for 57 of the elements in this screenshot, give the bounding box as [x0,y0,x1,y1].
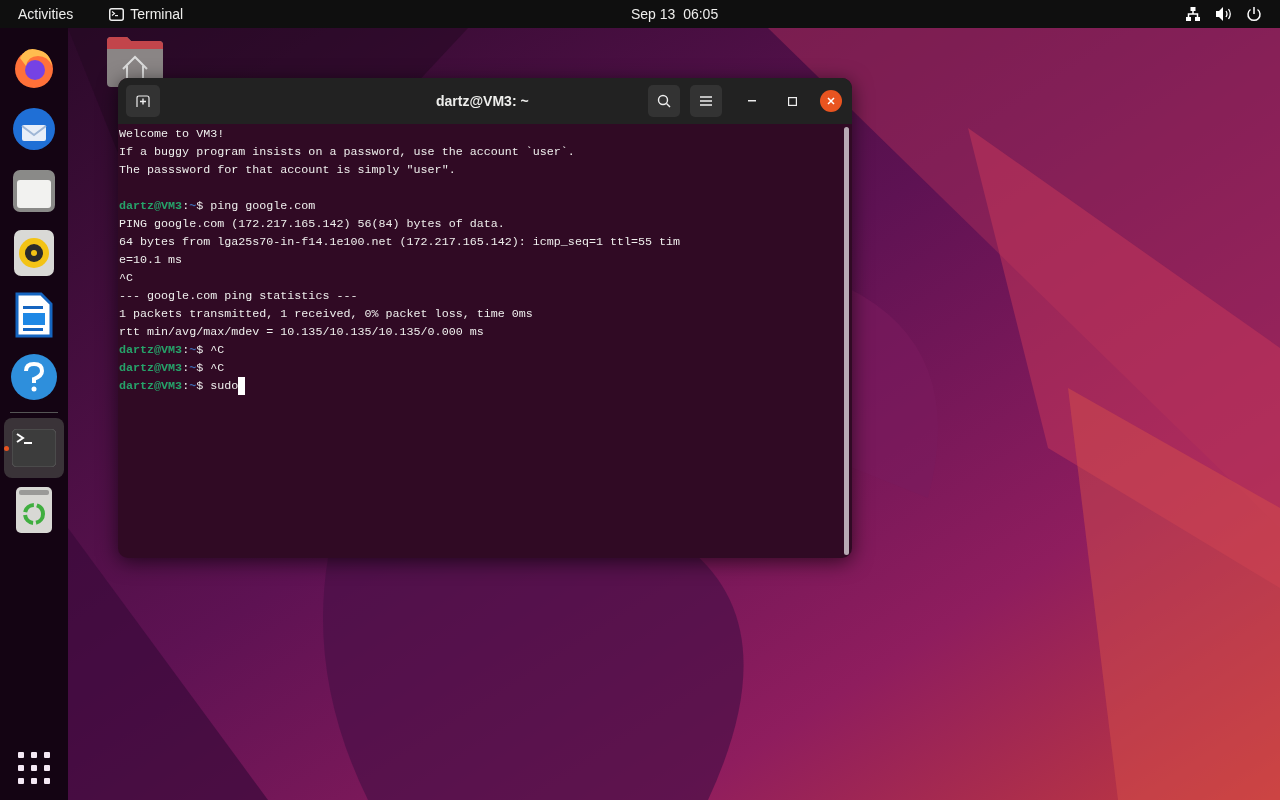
terminal-icon [109,7,125,21]
terminal-output-line: rtt min/avg/max/mdev = 10.135/10.135/10.135/0.000 ms [119,324,484,341]
prompt-symbol: $ [196,378,204,395]
prompt-separator: : [182,378,190,395]
terminal-output-line: ^C [119,270,134,287]
prompt-symbol: $ [196,360,204,377]
terminal-icon [12,429,56,467]
power-icon[interactable] [1246,6,1262,22]
terminal-command: ping google.com [210,198,316,215]
terminal-command: ^C [210,360,225,377]
prompt-symbol: $ [196,342,204,359]
folder-icon [12,169,56,213]
maximize-icon [787,96,797,106]
prompt-path: ~ [189,360,197,377]
window-title: dartz@VM3: ~ [436,91,529,111]
terminal-command: ^C [210,342,225,359]
terminal-command: sudo [210,378,239,395]
clock[interactable]: Sep 13 06:05 [631,3,719,25]
prompt-separator: : [182,198,190,215]
scrollbar-thumb[interactable] [843,127,849,555]
new-tab-button[interactable] [126,85,160,117]
search-icon [657,94,671,108]
close-button[interactable] [820,90,842,112]
document-icon [15,292,53,338]
network-icon[interactable] [1185,6,1201,22]
volume-icon[interactable] [1215,6,1232,22]
speaker-icon [14,230,54,276]
prompt-user: dartz@VM3 [119,378,183,395]
search-button[interactable] [648,85,680,117]
prompt-separator: : [182,360,190,377]
menu-button[interactable] [690,85,722,117]
menu-icon [700,96,712,106]
prompt-path: ~ [189,342,197,359]
prompt-user: dartz@VM3 [119,198,183,215]
activities-button[interactable]: Activities [18,3,74,25]
terminal-output-line: PING google.com (172.217.165.142) 56(84) bytes of data. [119,216,505,233]
terminal-output-line: e=10.1 ms [119,252,183,269]
new-tab-icon [136,95,150,107]
terminal-output-line: The passsword for that account is simply "user". [119,162,456,179]
prompt-separator: : [182,342,190,359]
app-grid-button[interactable] [16,750,52,786]
prompt-path: ~ [189,378,197,395]
terminal-output-line: 64 bytes from lga25s70-in-f14.1e100.net (172.217.165.142): icmp_seq=1 ttl=55 tim [119,234,681,251]
minimize-icon [748,100,756,102]
close-icon [827,97,835,105]
recycle-bin-icon [16,487,52,533]
bird-envelope-icon [10,105,58,153]
terminal-output-line: --- google.com ping statistics --- [119,288,358,305]
terminal-output-line: If a buggy program insists on a password, use the account `user`. [119,144,575,161]
prompt-symbol: $ [196,198,204,215]
prompt-user: dartz@VM3 [119,360,183,377]
app-menu[interactable]: Terminal [109,3,184,25]
prompt-path: ~ [189,198,197,215]
terminal-output-line: Welcome to VM3! [119,126,225,143]
prompt-user: dartz@VM3 [119,342,183,359]
help-icon [11,354,57,400]
terminal-output-line: 1 packets transmitted, 1 received, 0% packet loss, time 0ms [119,306,533,323]
